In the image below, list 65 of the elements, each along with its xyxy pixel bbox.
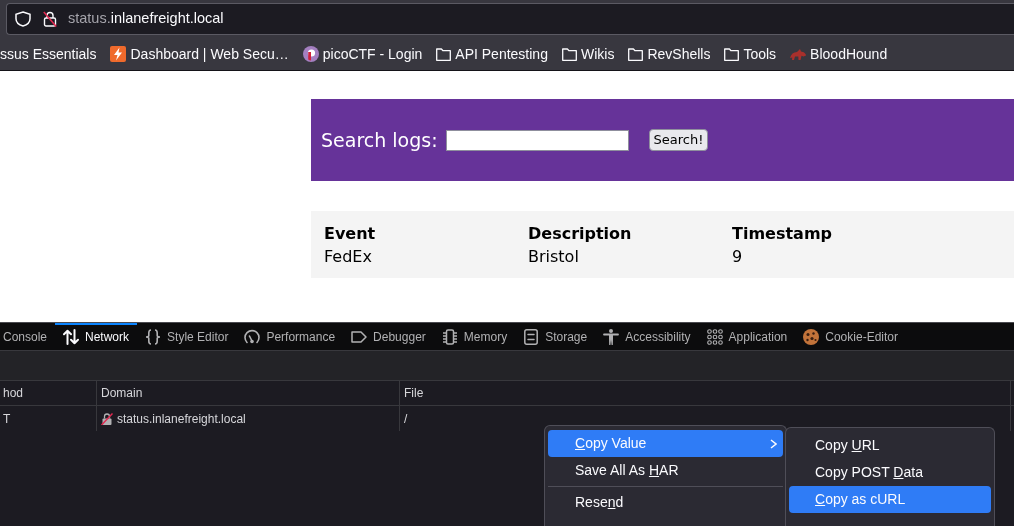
address-bar[interactable]: status.inlanefreight.local: [6, 3, 1014, 35]
table-cell-text: status.inlanefreight.local: [117, 410, 246, 428]
bookmark-link[interactable]: Tools: [718, 41, 783, 67]
access-key: n: [607, 494, 616, 510]
bookmark-link[interactable]: Wikis: [555, 41, 621, 67]
search-input[interactable]: [445, 129, 629, 151]
arrows-icon: [63, 328, 80, 345]
search-button[interactable]: Search!: [648, 129, 709, 151]
grid-icon: [706, 328, 723, 345]
submenu-item[interactable]: Copy POST Data: [789, 459, 991, 486]
table-cell-text: FedEx: [324, 246, 372, 268]
submenu-item[interactable]: Copy URL: [789, 432, 991, 459]
table-cell-text: T: [3, 410, 11, 428]
bookmark-link[interactable]: API Pentesting: [430, 41, 554, 67]
person-icon: [603, 328, 620, 345]
folder-icon: [628, 47, 644, 61]
access-key: C: [815, 491, 826, 507]
folder-icon: [561, 47, 577, 61]
devtools-tab[interactable]: Memory: [433, 323, 516, 350]
gauge-icon: [244, 328, 261, 345]
column-header[interactable]: File: [404, 384, 424, 402]
table-cell-text: /: [404, 410, 408, 428]
menu-item[interactable]: Save All As HAR: [548, 457, 783, 484]
chevron-icon: [770, 438, 777, 449]
access-key: H: [648, 462, 660, 478]
column-header[interactable]: Domain: [101, 384, 143, 402]
bookmark-link[interactable]: ssus Essentials: [0, 41, 103, 67]
bookmark-link[interactable]: Dashboard | Web Secu…: [104, 41, 295, 67]
devtools-tab[interactable]: Accessibility: [595, 323, 699, 350]
column-header: Description: [528, 223, 632, 245]
column-header: Event: [324, 223, 376, 245]
insecure-lock-icon: [101, 412, 113, 425]
tag-icon: [351, 328, 368, 345]
insecure-lock-icon[interactable]: [43, 11, 57, 27]
devtools-tab[interactable]: Debugger: [343, 323, 434, 350]
table-cell-text: Bristol: [528, 246, 579, 268]
submenu-item[interactable]: Copy as cURL: [789, 486, 991, 513]
access-key: C: [575, 435, 586, 451]
folder-icon: [436, 47, 452, 61]
column-header[interactable]: hod: [3, 384, 24, 402]
access-key: U: [851, 437, 862, 453]
cookie-icon: [803, 328, 820, 345]
access-key: D: [893, 464, 904, 480]
lightning-icon: [110, 46, 127, 62]
column-header: Timestamp: [732, 223, 832, 245]
bookmark-link[interactable]: RevShells: [622, 41, 717, 67]
shield-icon[interactable]: [15, 11, 31, 27]
devtools-tab[interactable]: Style Editor: [137, 323, 237, 350]
dog-icon: [790, 48, 807, 60]
devtools-tab[interactable]: Storage: [515, 323, 596, 350]
menu-item[interactable]: Copy Value: [548, 430, 783, 457]
devtools-tab[interactable]: Cookie-Editor: [795, 323, 906, 350]
folder-icon: [724, 47, 740, 61]
menu-item[interactable]: Resend: [548, 489, 783, 516]
search-label: Search logs:: [321, 127, 438, 153]
table-cell-text: 9: [732, 246, 743, 268]
devtools-tab[interactable]: Application: [698, 323, 796, 350]
bookmark-link[interactable]: picoCTF - Login: [296, 41, 429, 67]
drawer-icon: [523, 328, 540, 345]
round-logo-icon: [302, 46, 319, 62]
devtools-tab[interactable]: Performance: [236, 323, 344, 350]
devtools-tab[interactable]: Console: [0, 323, 56, 350]
bookmark-link[interactable]: BloodHound: [784, 41, 894, 67]
braces-icon: [145, 328, 162, 345]
chip-icon: [441, 328, 458, 345]
